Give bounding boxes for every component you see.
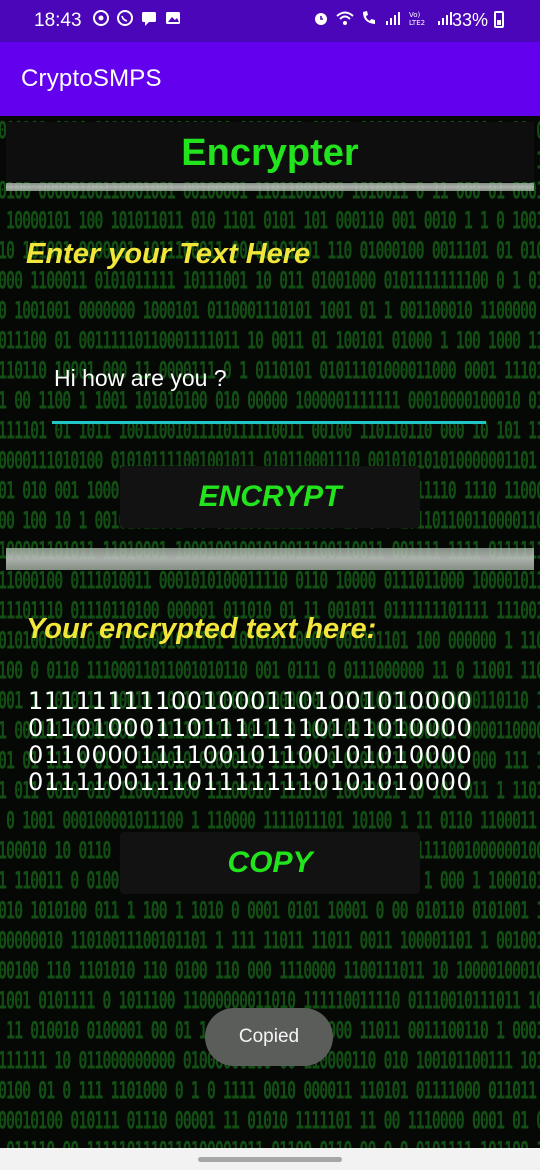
divider (6, 183, 534, 191)
message-icon (142, 12, 156, 26)
battery-icon (494, 11, 504, 28)
status-time: 18:43 (34, 10, 82, 31)
wifi-calling-icon (363, 11, 375, 24)
copy-button[interactable]: COPY (120, 832, 420, 894)
toast-message: Copied (205, 1008, 333, 1066)
wifi-icon (336, 11, 354, 25)
svg-text:LTE2: LTE2 (409, 19, 425, 27)
signal-icon (386, 12, 400, 25)
output-line: 0111100111011111110101010000 (28, 768, 473, 796)
encrypted-output[interactable]: 1111111110010001101001010000 01101000110… (28, 688, 498, 804)
gallery-icon (166, 12, 180, 24)
text-input-underline (52, 421, 486, 424)
encrypt-button-label: ENCRYPT (198, 480, 342, 513)
encrypter-screen: 0000101 0110 10101001000001100 01100001 … (0, 116, 540, 1148)
app-bar: CryptoSMPS (0, 42, 540, 116)
input-label: Enter your Text Here (26, 238, 311, 270)
copy-button-label: COPY (227, 846, 313, 879)
media-icon (93, 10, 109, 26)
output-line: 1111111110010001101001010000 (28, 688, 473, 715)
alarm-icon (315, 13, 327, 25)
page-title: Encrypter (181, 132, 359, 174)
navigation-bar (0, 1148, 540, 1170)
output-label: Your encrypted text here: (26, 613, 377, 645)
whatsapp-icon (117, 10, 133, 26)
divider (6, 548, 534, 570)
home-gesture-handle[interactable] (198, 1157, 342, 1162)
svg-text:Vo): Vo) (409, 11, 421, 19)
app-title: CryptoSMPS (21, 65, 162, 92)
status-bar: 18:43 Vo) LTE2 33% (0, 0, 540, 42)
volte-icon: Vo)LTE2 (409, 11, 425, 27)
output-line: 0110000111100101100101010000 (28, 741, 473, 769)
heading-panel: Encrypter (6, 122, 534, 182)
encrypt-button[interactable]: ENCRYPT (120, 466, 420, 528)
text-input[interactable]: Hi how are you ? (54, 365, 227, 392)
battery-percentage: 33% (452, 10, 489, 30)
output-line: 0110100011011111110111010000 (28, 714, 473, 742)
